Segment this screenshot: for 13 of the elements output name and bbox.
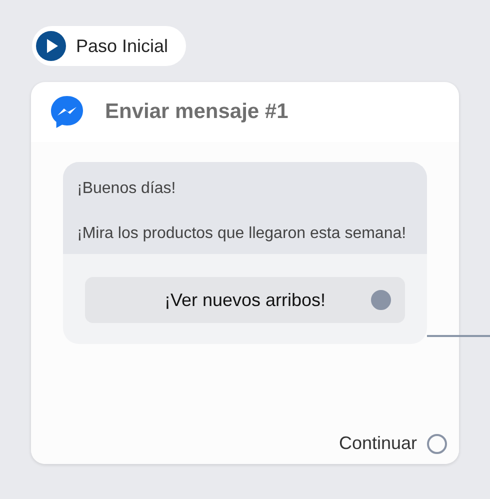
play-icon <box>36 31 66 61</box>
message-text: ¡Mira los productos que llegaron esta semana! <box>77 224 408 244</box>
quick-reply-button[interactable]: ¡Ver nuevos arribos! <box>85 277 405 323</box>
messenger-icon <box>49 94 85 130</box>
continue-label: Continuar <box>338 433 417 454</box>
connection-port[interactable] <box>427 434 447 454</box>
connector-line <box>427 335 490 337</box>
message-card[interactable]: Enviar mensaje #1 ¡Buenos días! ¡Mira los productos que llegaron esta semana! ¡Ver nuevos arribos! Continuar <box>31 82 459 464</box>
start-node[interactable]: Paso Inicial <box>32 26 186 66</box>
connection-port[interactable] <box>371 290 391 310</box>
start-node-label: Paso Inicial <box>76 36 168 56</box>
card-title: Enviar mensaje #1 <box>105 100 288 124</box>
message-text: ¡Buenos días! <box>77 179 177 199</box>
